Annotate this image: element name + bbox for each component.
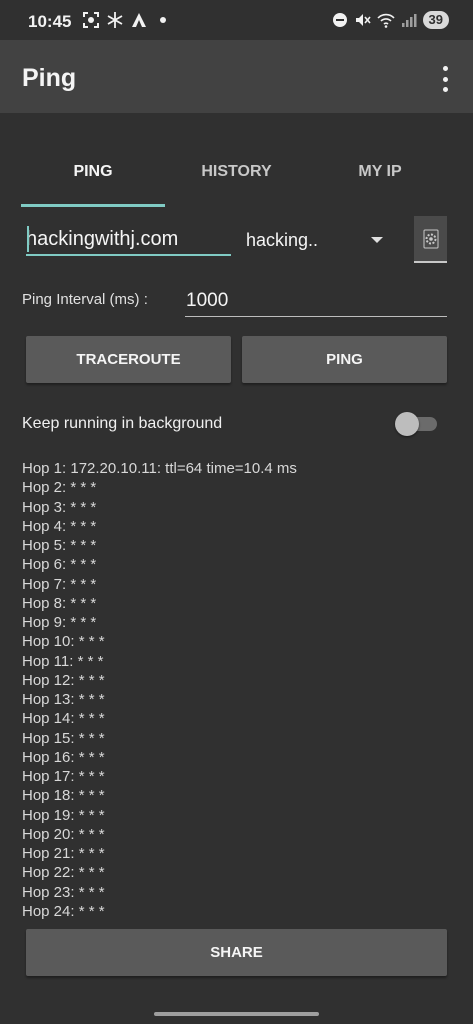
output-line: Hop 3: * * *	[22, 498, 97, 516]
dropdown-arrow-icon	[371, 237, 383, 243]
keep-running-label: Keep running in background	[22, 415, 223, 432]
overflow-menu-button[interactable]	[433, 64, 457, 94]
output-line: Hop 9: * * *	[22, 614, 97, 631]
host-history-select[interactable]: hacking..	[246, 224, 391, 256]
output-line: Hop 5: * * *	[22, 537, 97, 554]
output-line: Hop 11: * * *	[22, 652, 104, 670]
status-time: 10:45	[28, 12, 72, 31]
output-line: Hop 8: * * *	[22, 594, 97, 612]
snowflake-icon	[107, 12, 123, 28]
mute-icon	[355, 14, 371, 26]
toggle-thumb	[395, 412, 419, 436]
output-line: Hop 10: * * *	[22, 633, 105, 651]
wifi-icon	[376, 13, 395, 28]
output-line: Hop 17: * * *	[22, 768, 105, 785]
output-line: Hop 4: * * *	[22, 517, 97, 535]
output-line: Hop 7: * * *	[22, 575, 97, 593]
tab-indicator	[21, 204, 165, 207]
output-line: Hop 22: * * *	[22, 864, 105, 882]
traceroute-output: Hop 1: 172.20.10.11: ttl=64 time=10.4 ms…	[22, 459, 452, 921]
vpn-icon	[132, 13, 146, 27]
output-line: Hop 18: * * *	[22, 787, 105, 805]
output-line: Hop 23: * * *	[22, 883, 105, 901]
overflow-menu-dot	[442, 76, 448, 82]
traceroute-button[interactable]: TRACEROUTE	[26, 336, 231, 383]
app-bar: Ping	[0, 40, 473, 113]
output-line: Hop 15: * * *	[22, 729, 105, 747]
ping-button[interactable]: PING	[242, 336, 447, 383]
settings-button[interactable]	[414, 216, 447, 263]
host-select-value: hacking..	[246, 230, 319, 250]
dot-icon	[160, 17, 166, 23]
share-button[interactable]: SHARE	[26, 929, 447, 976]
home-indicator[interactable]	[154, 1012, 319, 1016]
status-bar: 10:45 39	[0, 0, 473, 40]
host-input[interactable]	[26, 224, 231, 256]
overflow-menu-icon	[442, 66, 448, 71]
tab-bar: PING HISTORY MY IP	[0, 145, 473, 207]
output-line: Hop 6: * * *	[22, 556, 97, 574]
status-right-icons: 39	[331, 11, 449, 29]
overflow-menu-dot	[442, 87, 448, 92]
output-line: Hop 12: * * *	[22, 671, 105, 689]
output-line: Hop 21: * * *	[22, 845, 105, 862]
app-title: Ping	[22, 64, 77, 92]
battery-indicator: 39	[422, 11, 449, 29]
tab-ping[interactable]: PING	[21, 145, 165, 207]
output-line: Hop 1: 172.20.10.11: ttl=64 time=10.4 ms	[22, 460, 297, 477]
output-line: Hop 24: * * *	[22, 902, 105, 920]
output-line: Hop 20: * * *	[22, 825, 105, 843]
ping-interval-input[interactable]	[185, 285, 447, 317]
tab-my-ip[interactable]: MY IP	[308, 145, 452, 207]
dnd-icon	[332, 13, 347, 27]
tab-history[interactable]: HISTORY	[165, 145, 308, 207]
settings-gear-icon	[423, 229, 438, 248]
output-line: Hop 19: * * *	[22, 806, 105, 824]
output-line: Hop 16: * * *	[22, 748, 105, 766]
keep-running-toggle[interactable]	[395, 412, 437, 436]
output-line: Hop 13: * * *	[22, 691, 105, 708]
ping-interval-label: Ping Interval (ms) :	[22, 291, 148, 308]
screenshot-icon	[83, 12, 99, 28]
output-line: Hop 2: * * *	[22, 479, 97, 497]
text-cursor	[27, 226, 29, 252]
status-left-icons	[82, 11, 172, 29]
signal-icon	[401, 14, 417, 27]
output-line: Hop 14: * * *	[22, 710, 105, 728]
